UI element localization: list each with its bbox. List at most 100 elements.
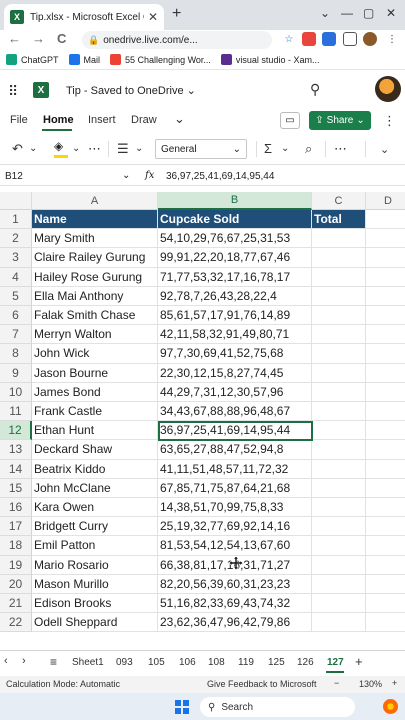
tab-draw[interactable]: Draw — [131, 114, 157, 126]
name-cell[interactable]: Ella Mai Anthony — [32, 286, 158, 306]
name-cell[interactable]: Mason Murillo — [32, 574, 158, 594]
maximize-button[interactable]: ▢ — [363, 6, 374, 20]
cupcake-sold-cell[interactable]: 23,62,36,47,96,42,79,86 — [158, 613, 312, 633]
grid-cell[interactable] — [312, 325, 366, 345]
taskbar-search-field[interactable]: ⚲ Search — [200, 697, 355, 717]
cupcake-sold-cell[interactable]: 82,20,56,39,60,31,23,23 — [158, 574, 312, 594]
grid-cell[interactable] — [366, 556, 405, 575]
undo-icon[interactable]: ↶ — [12, 141, 23, 157]
fill-dropdown-icon[interactable]: ⌄ — [72, 143, 80, 154]
next-sheet-icon[interactable]: › — [22, 655, 26, 667]
extension-red-icon[interactable] — [302, 32, 316, 46]
zoom-in-button[interactable]: + — [392, 678, 397, 688]
prev-sheet-icon[interactable]: ‹ — [4, 655, 8, 667]
bookmark-chatgpt[interactable]: ChatGPT — [6, 54, 59, 65]
name-box-dropdown-icon[interactable]: ⌄ — [122, 170, 130, 181]
grid-cell[interactable] — [366, 287, 405, 306]
row-header[interactable]: 5 — [0, 286, 32, 306]
zoom-out-button[interactable]: − — [334, 678, 339, 688]
grid-cell[interactable] — [366, 517, 405, 537]
more-tabs-chevron-icon[interactable]: ⌄ — [174, 111, 185, 127]
sheet-tab[interactable]: 093 — [116, 657, 133, 668]
header-cell-name[interactable]: Name — [32, 210, 158, 230]
grid-cell[interactable] — [366, 536, 405, 556]
grid-cell[interactable] — [312, 402, 366, 422]
firefox-icon[interactable] — [383, 699, 398, 714]
side-panel-icon[interactable] — [343, 32, 357, 46]
row-header[interactable]: 18 — [0, 536, 32, 556]
more-commands-icon[interactable]: ⋯ — [334, 141, 347, 157]
row-header[interactable]: 21 — [0, 594, 32, 614]
cupcake-sold-cell[interactable]: 63,65,27,88,47,52,94,8 — [158, 440, 312, 460]
browser-tab[interactable]: X Tip.xlsx - Microsoft Excel Online ✕ — [4, 4, 164, 30]
cupcake-sold-cell[interactable]: 99,91,22,20,18,77,67,46 — [158, 248, 312, 268]
cupcake-sold-cell[interactable]: 51,16,82,33,69,43,74,32 — [158, 594, 312, 614]
more-options-icon[interactable]: ⋮ — [383, 113, 396, 129]
name-cell[interactable]: Emil Patton — [32, 536, 158, 556]
cupcake-sold-cell[interactable]: 85,61,57,17,91,76,14,89 — [158, 306, 312, 326]
row-header[interactable]: 6 — [0, 306, 32, 326]
user-avatar[interactable] — [375, 76, 401, 102]
search-icon[interactable]: ⚲ — [310, 81, 320, 98]
cupcake-sold-cell[interactable]: 81,53,54,12,54,13,67,60 — [158, 536, 312, 556]
url-field[interactable]: 🔒 onedrive.live.com/e... — [82, 31, 272, 49]
grid-cell[interactable] — [312, 382, 366, 402]
name-cell[interactable]: Jason Bourne — [32, 363, 158, 383]
name-cell[interactable]: Kara Owen — [32, 498, 158, 518]
tab-insert[interactable]: Insert — [88, 114, 116, 126]
cupcake-sold-cell[interactable]: 71,77,53,32,17,16,78,17 — [158, 267, 312, 287]
document-title[interactable]: Tip - Saved to OneDrive ⌄ — [66, 84, 196, 97]
grid-cell[interactable] — [366, 364, 405, 383]
select-all-corner[interactable] — [0, 192, 32, 210]
grid-cell[interactable] — [312, 498, 366, 518]
row-header[interactable]: 15 — [0, 478, 32, 498]
sheet-tab[interactable]: 106 — [179, 657, 196, 668]
name-cell[interactable]: Odell Sheppard — [32, 613, 158, 633]
all-sheets-menu-icon[interactable]: ≡ — [50, 655, 57, 669]
name-cell[interactable]: Mario Rosario — [32, 555, 158, 575]
grid-cell[interactable] — [366, 460, 405, 479]
bookmark-visual-studio[interactable]: visual studio - Xam... — [220, 54, 319, 65]
align-dropdown-icon[interactable]: ⌄ — [135, 143, 143, 154]
row-header[interactable]: 17 — [0, 517, 32, 537]
windows-start-icon[interactable] — [175, 700, 189, 714]
name-cell[interactable]: Deckard Shaw — [32, 440, 158, 460]
close-window-button[interactable]: ✕ — [386, 6, 396, 20]
row-header[interactable]: 2 — [0, 229, 32, 249]
grid-cell[interactable] — [366, 344, 405, 364]
sheet-tab[interactable]: 105 — [148, 657, 165, 668]
number-format-select[interactable]: General ⌄ — [155, 139, 247, 159]
grid-cell[interactable] — [312, 613, 366, 633]
name-cell[interactable]: Bridgett Curry — [32, 517, 158, 537]
row-header[interactable]: 11 — [0, 402, 32, 422]
share-button[interactable]: ⇪ Share ⌄ — [309, 111, 371, 130]
header-cell-sold[interactable]: Cupcake Sold — [158, 210, 312, 230]
column-header-d[interactable]: D — [366, 192, 405, 210]
formula-input[interactable]: 36,97,25,41,69,14,95,44 — [166, 171, 274, 182]
name-cell[interactable]: John Wick — [32, 344, 158, 364]
grid-cell[interactable] — [366, 575, 405, 594]
grid-cell[interactable] — [312, 555, 366, 575]
column-header-a[interactable]: A — [32, 192, 158, 210]
tab-close-icon[interactable]: ✕ — [148, 10, 158, 24]
tab-search-icon[interactable]: ⌄ — [320, 6, 330, 20]
grid-cell[interactable] — [312, 248, 366, 268]
row-header[interactable]: 19 — [0, 555, 32, 575]
grid-cell[interactable] — [366, 402, 405, 422]
excel-logo-icon[interactable]: X — [33, 82, 49, 98]
expand-ribbon-icon[interactable]: ⌄ — [380, 143, 389, 156]
grid-cell[interactable] — [366, 421, 405, 441]
row-header[interactable]: 14 — [0, 459, 32, 479]
sheet-tab[interactable]: 125 — [268, 657, 285, 668]
grid-cell[interactable] — [366, 268, 405, 287]
cupcake-sold-cell[interactable]: 67,85,71,75,87,64,21,68 — [158, 478, 312, 498]
sheet-tab-active[interactable]: 127 — [327, 657, 344, 668]
feedback-link[interactable]: Give Feedback to Microsoft — [207, 679, 317, 689]
grid-cell[interactable] — [312, 363, 366, 383]
name-cell[interactable]: Hailey Rose Gurung — [32, 267, 158, 287]
app-launcher-icon[interactable]: ⠿ — [8, 83, 18, 100]
grid-cell[interactable] — [366, 229, 405, 249]
row-header[interactable]: 20 — [0, 574, 32, 594]
grid-cell[interactable] — [312, 344, 366, 364]
cupcake-sold-cell[interactable]: 22,30,12,15,8,27,74,45 — [158, 363, 312, 383]
